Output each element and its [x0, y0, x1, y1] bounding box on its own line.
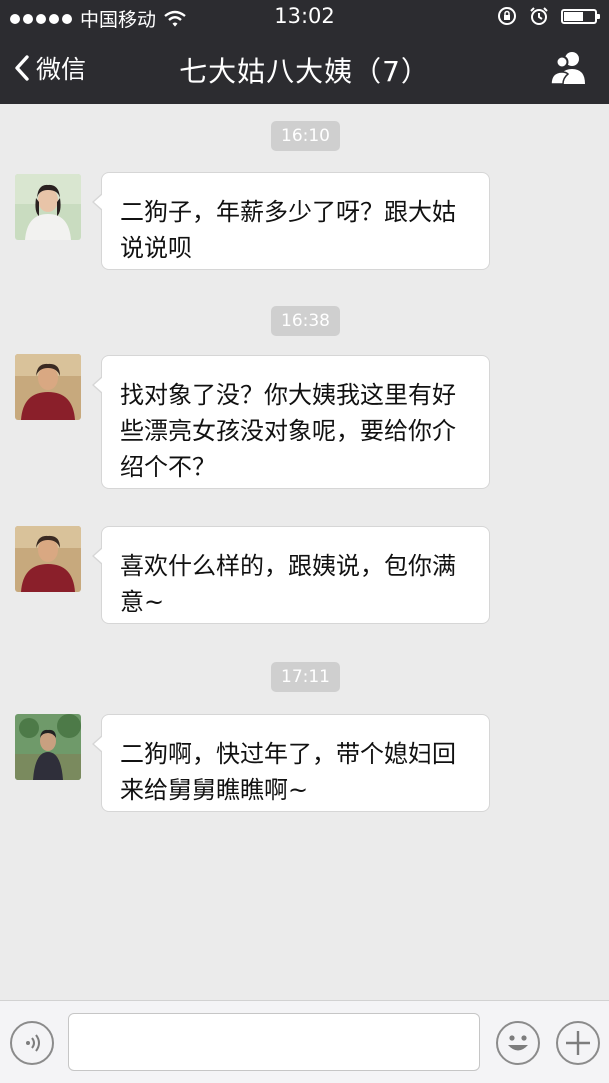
avatar-uncle[interactable] [15, 714, 81, 780]
nav-bar: 微信 七大姑八大姨（7） [0, 34, 609, 104]
voice-button[interactable] [10, 1021, 54, 1065]
message-bubble[interactable]: 二狗啊，快过年了，带个媳妇回来给舅舅瞧瞧啊~ [92, 714, 490, 812]
emoji-button[interactable] [496, 1021, 540, 1065]
voice-icon [26, 1034, 40, 1052]
more-button[interactable] [556, 1021, 600, 1065]
plus-icon [566, 1031, 590, 1055]
avatar-aunt-2[interactable] [15, 526, 81, 592]
message-bubble[interactable]: 找对象了没？你大姨我这里有好些漂亮女孩没对象呢，要给你介绍个不？ [92, 355, 490, 489]
timestamp-label: 16:10 [271, 121, 340, 151]
timestamp-label: 16:38 [271, 306, 340, 336]
status-right [497, 6, 600, 26]
message-bubble[interactable]: 二狗子，年薪多少了呀？跟大姑说说呗 [92, 172, 490, 270]
chat-title: 七大姑八大姨（7） [179, 55, 430, 88]
group-members-icon[interactable] [549, 48, 589, 88]
alarm-icon [530, 7, 548, 25]
avatar-aunt-2[interactable] [15, 354, 81, 420]
chat-area[interactable]: 16:10 二狗子，年薪多少了呀？跟大姑说说呗 16:38 找对象了没？你大姨我… [0, 104, 609, 1000]
avatar-aunt-1[interactable] [15, 174, 81, 240]
top-bar: 中国移动 13:02 微信 七大姑八大姨（7） [0, 0, 609, 104]
message-bubble[interactable]: 喜欢什么样的，跟姨说，包你满意~ [92, 526, 490, 624]
status-bar: 中国移动 13:02 [0, 0, 609, 34]
message-input[interactable] [68, 1013, 480, 1071]
input-bar [0, 1000, 609, 1083]
battery-icon [561, 8, 600, 24]
timestamp-label: 17:11 [271, 662, 340, 692]
rotation-lock-icon [498, 7, 516, 25]
battery-fill [564, 11, 584, 21]
emoji-icon [508, 1035, 528, 1051]
